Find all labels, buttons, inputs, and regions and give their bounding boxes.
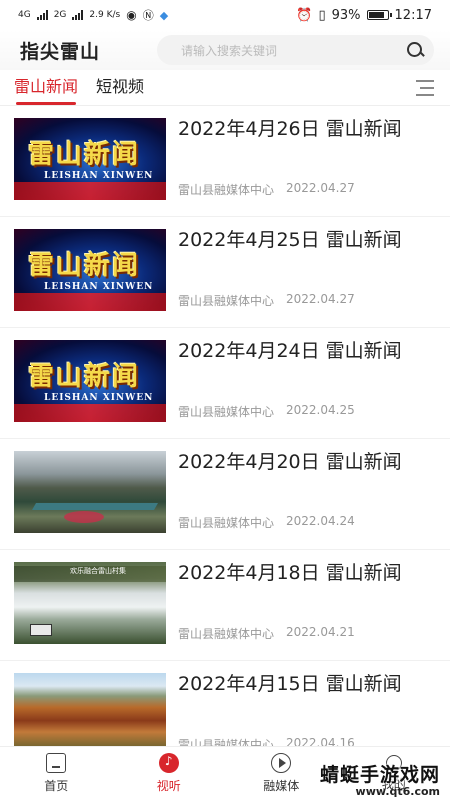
thumbnail-subtitle: LEISHAN XINWEN <box>44 393 154 403</box>
tab-short-video[interactable]: 短视频 <box>96 73 144 105</box>
item-source: 雷山县融媒体中心 <box>178 405 275 419</box>
item-info: 2022年4月26日 雷山新闻 雷山县融媒体中心 2022.04.27 <box>178 118 436 200</box>
item-meta: 雷山县融媒体中心 2022.04.21 <box>178 625 436 644</box>
watermark: 蜻蜓手游戏网 www.qt6.com <box>310 760 440 800</box>
thumbnail-subtitle: LEISHAN XINWEN <box>44 171 154 181</box>
tab-leishan-news[interactable]: 雷山新闻 <box>14 73 78 105</box>
item-info: 2022年4月20日 雷山新闻 雷山县融媒体中心 2022.04.24 <box>178 451 436 533</box>
item-info: 2022年4月24日 雷山新闻 雷山县融媒体中心 2022.04.25 <box>178 340 436 422</box>
listen-icon <box>158 753 179 773</box>
item-title: 2022年4月24日 雷山新闻 <box>178 340 402 362</box>
list-item[interactable]: 雷山新闻 LEISHAN XINWEN 2022年4月26日 雷山新闻 雷山县融… <box>0 106 450 217</box>
shield-icon: ◆ <box>159 8 169 22</box>
status-left: 4G 2G 2.9 K/s ◉ Ⓝ ◆ <box>18 7 168 23</box>
eye-icon: ◉ <box>126 8 137 22</box>
item-source: 雷山县融媒体中心 <box>178 516 275 530</box>
item-title: 2022年4月20日 雷山新闻 <box>178 451 402 473</box>
signal2-icon <box>72 10 84 20</box>
news-list: 雷山新闻 LEISHAN XINWEN 2022年4月26日 雷山新闻 雷山县融… <box>0 106 450 746</box>
battery-icon <box>366 10 392 20</box>
clock: 12:17 <box>394 7 432 23</box>
news-thumbnail: 雷山新闻 LEISHAN XINWEN <box>14 118 166 200</box>
item-title: 2022年4月15日 雷山新闻 <box>178 673 402 695</box>
thumbnail-title: 雷山新闻 <box>28 140 141 170</box>
home-icon <box>46 753 67 773</box>
item-info: 2022年4月15日 雷山新闻 雷山县融媒体中心 2022.04.16 <box>178 673 436 746</box>
thumbnail-title: 雷山新闻 <box>28 362 141 392</box>
menu-icon[interactable] <box>416 80 434 96</box>
net-speed: 2.9 K/s <box>89 10 121 20</box>
nav-home-label: 首页 <box>44 779 69 793</box>
nfc-icon: Ⓝ <box>142 9 154 22</box>
watermark-text: 蜻蜓手游戏网 <box>319 764 440 786</box>
item-source: 雷山县融媒体中心 <box>178 294 275 308</box>
thumbnail-subtitle: LEISHAN XINWEN <box>44 282 154 292</box>
village-photo-thumbnail <box>14 673 166 746</box>
news-thumbnail: 雷山新闻 LEISHAN XINWEN <box>14 340 166 422</box>
item-source: 雷山县融媒体中心 <box>178 627 275 641</box>
item-info: 2022年4月18日 雷山新闻 雷山县融媒体中心 2022.04.21 <box>178 562 436 644</box>
list-item[interactable]: 2022年4月20日 雷山新闻 雷山县融媒体中心 2022.04.24 <box>0 439 450 550</box>
list-item[interactable]: 雷山新闻 LEISHAN XINWEN 2022年4月25日 雷山新闻 雷山县融… <box>0 217 450 328</box>
qr-code-icon <box>30 624 52 636</box>
network2-label: 2G <box>53 10 67 20</box>
item-date: 2022.04.27 <box>286 292 355 306</box>
search-input[interactable]: 请输入搜索关键词 <box>181 42 277 59</box>
news-thumbnail: 雷山新闻 LEISHAN XINWEN <box>14 229 166 311</box>
vibrate-icon: ▯ <box>318 7 326 23</box>
item-source: 雷山县融媒体中心 <box>178 183 275 197</box>
item-date: 2022.04.27 <box>286 181 355 195</box>
media-play-icon <box>271 753 292 773</box>
item-date: 2022.04.21 <box>286 625 355 639</box>
item-date: 2022.04.24 <box>286 514 355 528</box>
app-logo: 指尖雷山 <box>20 40 101 63</box>
thumbnail-caption: 欢乐融合雷山村集 <box>70 567 126 575</box>
thumbnail-title: 雷山新闻 <box>28 251 141 281</box>
nav-listen-label: 视听 <box>156 779 181 793</box>
item-title: 2022年4月25日 雷山新闻 <box>178 229 402 251</box>
item-meta: 雷山县融媒体中心 2022.04.25 <box>178 403 436 422</box>
search-bar[interactable]: 请输入搜索关键词 <box>157 35 434 65</box>
list-item[interactable]: 2022年4月15日 雷山新闻 雷山县融媒体中心 2022.04.16 <box>0 661 450 746</box>
battery-percent: 93% <box>331 7 361 23</box>
nav-home[interactable]: 首页 <box>0 747 113 800</box>
item-date: 2022.04.25 <box>286 403 355 417</box>
status-right: ⏰ ▯ 93% 12:17 <box>296 8 432 23</box>
item-meta: 雷山县融媒体中心 2022.04.16 <box>178 736 436 746</box>
item-meta: 雷山县融媒体中心 2022.04.27 <box>178 292 436 311</box>
item-meta: 雷山县融媒体中心 2022.04.27 <box>178 181 436 200</box>
waterfall-photo-thumbnail: 欢乐融合雷山村集 <box>14 562 166 644</box>
nav-media-label: 融媒体 <box>263 779 300 793</box>
search-icon[interactable] <box>406 41 424 59</box>
category-tabs: 雷山新闻 短视频 <box>0 72 450 106</box>
network-label: 4G <box>18 10 31 20</box>
item-date: 2022.04.16 <box>286 736 355 746</box>
status-bar: 4G 2G 2.9 K/s ◉ Ⓝ ◆ ⏰ ▯ 93% 12:17 <box>0 0 450 30</box>
app-header: 指尖雷山 请输入搜索关键词 <box>0 30 450 70</box>
list-item[interactable]: 欢乐融合雷山村集 2022年4月18日 雷山新闻 雷山县融媒体中心 2022.0… <box>0 550 450 661</box>
item-meta: 雷山县融媒体中心 2022.04.24 <box>178 514 436 533</box>
town-photo-thumbnail <box>14 451 166 533</box>
nav-listen[interactable]: 视听 <box>113 747 226 800</box>
list-item[interactable]: 雷山新闻 LEISHAN XINWEN 2022年4月24日 雷山新闻 雷山县融… <box>0 328 450 439</box>
item-info: 2022年4月25日 雷山新闻 雷山县融媒体中心 2022.04.27 <box>178 229 436 311</box>
signal-icon <box>36 10 48 20</box>
item-title: 2022年4月18日 雷山新闻 <box>178 562 402 584</box>
item-title: 2022年4月26日 雷山新闻 <box>178 118 402 140</box>
alarm-icon: ⏰ <box>296 7 313 23</box>
item-source: 雷山县融媒体中心 <box>178 738 275 746</box>
